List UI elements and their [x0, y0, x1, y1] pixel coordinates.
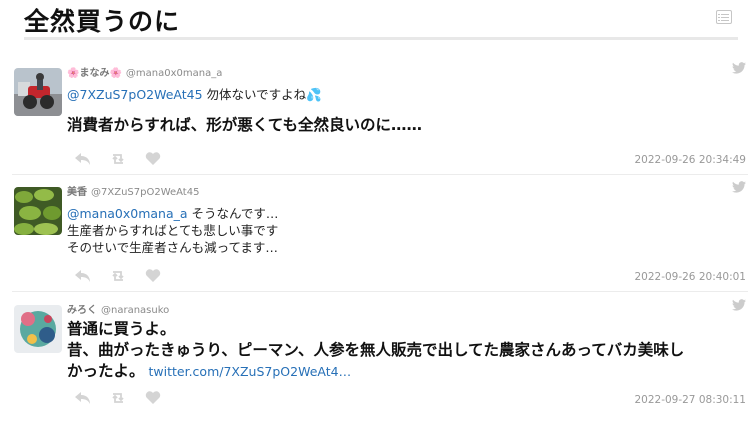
- like-heart-icon[interactable]: [145, 391, 161, 405]
- mention-link[interactable]: @mana0x0mana_a: [67, 206, 188, 221]
- timestamp[interactable]: 2022-09-26 20:34:49: [634, 154, 746, 166]
- tweet-meta: 🌸まなみ🌸 @mana0x0mana_a: [67, 64, 222, 79]
- reply-icon[interactable]: [75, 391, 91, 405]
- tweet-text: 普通に買うよ。 昔、曲がったきゅうり、ピーマン、人参を無人販売で出してた農家さん…: [67, 320, 685, 380]
- tweet-card: みろく @naranasuko 普通に買うよ。 昔、曲がったきゅうり、ピーマン、人…: [12, 299, 748, 419]
- avatar[interactable]: [14, 68, 62, 116]
- twitter-bird-icon[interactable]: [732, 299, 746, 311]
- twitter-bird-icon[interactable]: [732, 62, 746, 74]
- display-name[interactable]: 🌸まなみ🌸: [67, 68, 122, 79]
- list-icon[interactable]: [716, 10, 732, 24]
- page-header: 全然買うのに: [24, 0, 738, 40]
- avatar[interactable]: [14, 187, 62, 235]
- tweet-text: @mana0x0mana_a そうなんです… 生産者からすればとても悲しい事です…: [67, 206, 279, 255]
- retweet-icon[interactable]: [110, 269, 126, 283]
- reply-icon[interactable]: [75, 152, 91, 166]
- mention-link[interactable]: @7XZuS7pO2WeAt45: [67, 87, 203, 102]
- timestamp[interactable]: 2022-09-26 20:40:01: [634, 271, 746, 283]
- twitter-bird-icon[interactable]: [732, 181, 746, 193]
- like-heart-icon[interactable]: [145, 269, 161, 283]
- like-heart-icon[interactable]: [145, 152, 161, 166]
- tweet-card: 美香 @7XZuS7pO2WeAt45 @mana0x0mana_a そうなんです…: [12, 181, 748, 292]
- page-title: 全然買うのに: [24, 7, 181, 36]
- tweet-meta: みろく @naranasuko: [67, 301, 169, 316]
- tweet-link[interactable]: twitter.com/7XZuS7pO2WeAt4…: [149, 364, 352, 379]
- retweet-icon[interactable]: [110, 152, 126, 166]
- tweet-meta: 美香 @7XZuS7pO2WeAt45: [67, 183, 199, 198]
- display-name[interactable]: 美香: [67, 187, 87, 198]
- avatar[interactable]: [14, 305, 62, 353]
- user-handle[interactable]: @mana0x0mana_a: [126, 68, 222, 79]
- reply-icon[interactable]: [75, 269, 91, 283]
- user-handle[interactable]: @naranasuko: [101, 305, 169, 316]
- user-handle[interactable]: @7XZuS7pO2WeAt45: [91, 187, 199, 198]
- tweet-card: 🌸まなみ🌸 @mana0x0mana_a @7XZuS7pO2WeAt45 勿体な…: [12, 62, 748, 175]
- timestamp[interactable]: 2022-09-27 08:30:11: [634, 394, 746, 406]
- tweet-text: @7XZuS7pO2WeAt45 勿体ないですよね💦 消費者からすれば、形が悪く…: [67, 87, 422, 134]
- retweet-icon[interactable]: [110, 391, 126, 405]
- display-name[interactable]: みろく: [67, 305, 97, 316]
